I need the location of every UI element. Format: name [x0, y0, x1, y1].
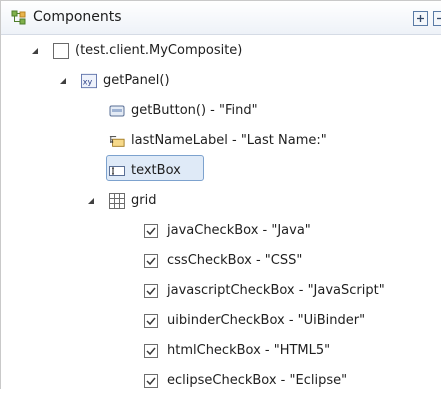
tree-node-label: (test.client.MyComposite) — [75, 42, 242, 60]
tree-node-checkbox[interactable]: javascriptCheckBox - "JavaScript" — [143, 279, 438, 303]
tree-node-textbox[interactable]: textBox — [81, 159, 201, 183]
tree-node-label: htmlCheckBox - "HTML5" — [167, 342, 330, 360]
expanded-twisty-icon[interactable] — [59, 77, 67, 85]
tree-node-label: grid — [131, 192, 156, 210]
checkbox-checked-icon — [143, 313, 159, 329]
tree-node-label: uibinderCheckBox - "UiBinder" — [167, 312, 365, 330]
tree-node-checkbox[interactable]: htmlCheckBox - "HTML5" — [143, 339, 423, 363]
components-view: Components (test.client.MyComposite) — [0, 0, 441, 389]
tree-node-checkbox[interactable]: uibinderCheckBox - "UiBinder" — [143, 309, 433, 333]
expand-all-icon[interactable] — [413, 11, 428, 26]
view-title: Components — [33, 9, 122, 25]
collapse-all-icon[interactable] — [433, 11, 441, 26]
checkbox-checked-icon — [143, 343, 159, 359]
tree-node-checkbox[interactable]: javaCheckBox - "Java" — [143, 219, 423, 243]
button-icon — [109, 103, 125, 119]
tree-node-grid[interactable]: grid — [87, 189, 287, 213]
expanded-twisty-icon[interactable] — [87, 197, 95, 205]
svg-text:xy: xy — [83, 78, 93, 87]
checkbox-checked-icon — [143, 223, 159, 239]
tree-node-label: cssCheckBox - "CSS" — [167, 252, 302, 270]
tree-node-label-widget[interactable]: a lastNameLabel - "Last Name:" — [81, 129, 411, 153]
tree-node-label: getButton() - "Find" — [131, 102, 258, 120]
tree-node-checkbox[interactable]: cssCheckBox - "CSS" — [143, 249, 423, 273]
tree-node-label: eclipseCheckBox - "Eclipse" — [167, 372, 347, 390]
tree-node-label: javaCheckBox - "Java" — [167, 222, 311, 240]
tree-node-panel[interactable]: xy getPanel() — [59, 69, 399, 93]
checkbox-checked-icon — [143, 373, 159, 389]
tree-node-label: getPanel() — [103, 72, 170, 90]
tree-node-button[interactable]: getButton() - "Find" — [81, 99, 401, 123]
tree-node-root[interactable]: (test.client.MyComposite) — [31, 39, 411, 63]
svg-text:a: a — [110, 138, 114, 145]
grid-icon — [109, 193, 125, 209]
tree-node-label: textBox — [131, 162, 181, 180]
expanded-twisty-icon[interactable] — [31, 47, 39, 55]
components-tree: (test.client.MyComposite) xy getPanel() … — [1, 35, 441, 390]
textbox-icon — [109, 163, 125, 179]
checkbox-checked-icon — [143, 283, 159, 299]
tree-node-label: lastNameLabel - "Last Name:" — [131, 132, 327, 150]
view-title-bar: Components — [1, 1, 441, 35]
tree-node-label: javascriptCheckBox - "JavaScript" — [167, 282, 385, 300]
composite-icon — [53, 43, 69, 59]
checkbox-checked-icon — [143, 253, 159, 269]
components-icon — [11, 10, 27, 26]
xy-panel-icon: xy — [81, 73, 97, 89]
tree-node-checkbox[interactable]: eclipseCheckBox - "Eclipse" — [143, 369, 423, 393]
label-icon: a — [109, 133, 125, 149]
